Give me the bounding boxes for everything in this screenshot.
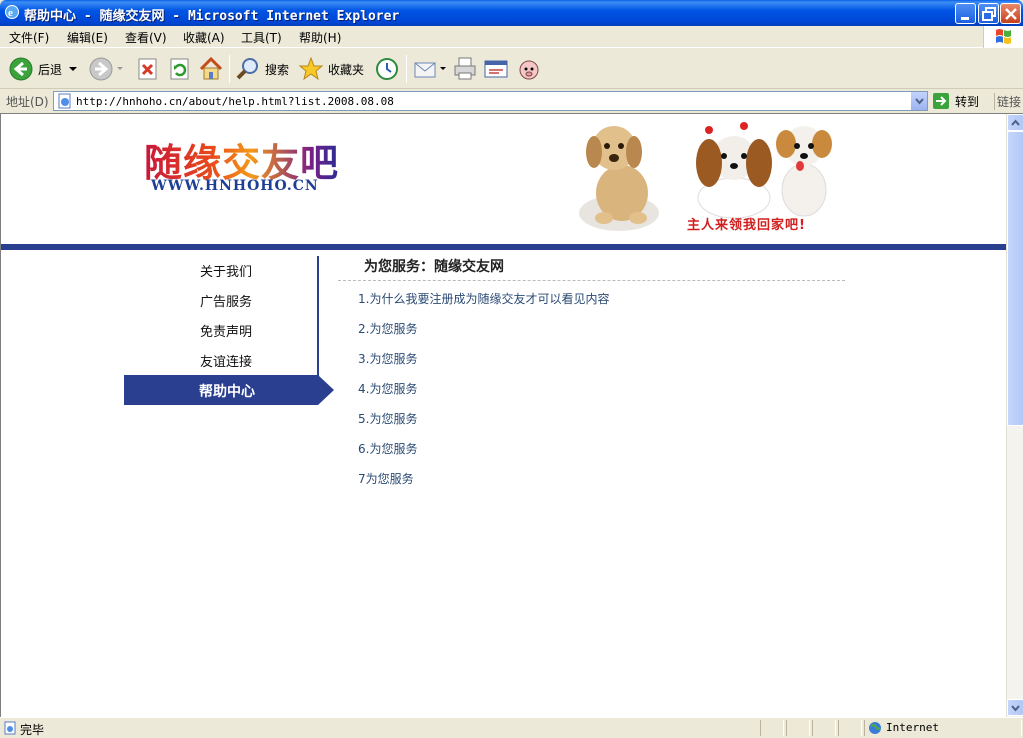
edit-button[interactable] <box>483 54 509 84</box>
address-url: http://hnhoho.cn/about/help.html?list.20… <box>76 95 394 108</box>
menu-favorites[interactable]: 收藏(A) <box>183 29 225 46</box>
section-title-rule <box>338 280 845 281</box>
go-label: 转到 <box>955 94 980 109</box>
print-icon <box>454 57 476 80</box>
header-divider-band <box>1 244 1006 250</box>
go-arrow-icon <box>933 93 949 109</box>
faq-link-4[interactable]: 4.为您服务 <box>358 380 417 397</box>
home-button[interactable] <box>198 54 224 84</box>
toolbar: 后退 搜索 收藏夹 <box>0 49 1023 89</box>
windows-logo-icon <box>996 29 1011 44</box>
favorites-star-icon <box>298 56 324 81</box>
page-viewport: 随缘交友吧 WWW.HNHOHO.CN 主人来领我回家吧! 关于我们 广告服务 <box>0 113 1023 718</box>
search-icon <box>236 58 258 80</box>
scroll-down-button[interactable] <box>1007 699 1023 716</box>
status-cell <box>812 720 836 736</box>
faq-link-5[interactable]: 5.为您服务 <box>358 410 417 427</box>
nav-ad-service[interactable]: 广告服务 <box>200 291 252 310</box>
address-input[interactable]: http://hnhoho.cn/about/help.html?list.20… <box>53 91 928 111</box>
nav-help-center-label: 帮助中心 <box>199 384 255 400</box>
stop-button[interactable] <box>136 54 160 84</box>
nav-about-us[interactable]: 关于我们 <box>200 261 252 280</box>
globe-icon <box>869 722 881 734</box>
close-button[interactable] <box>1000 3 1021 24</box>
title-bar: e 帮助中心 - 随缘交友网 - Microsoft Internet Expl… <box>0 0 1023 26</box>
search-label: 搜索 <box>265 62 290 77</box>
vertical-scrollbar[interactable] <box>1006 114 1023 718</box>
refresh-icon <box>170 58 189 80</box>
nav-help-center-active[interactable]: 帮助中心 <box>124 375 334 405</box>
menu-tools[interactable]: 工具(T) <box>241 29 282 46</box>
faq-link-2[interactable]: 2.为您服务 <box>358 320 417 337</box>
menu-edit[interactable]: 编辑(E) <box>67 29 108 46</box>
messenger-icon <box>519 60 539 80</box>
status-bar: 完毕 Internet <box>0 717 1023 737</box>
minimize-icon <box>961 17 969 20</box>
chevron-down-icon <box>440 67 446 70</box>
address-bar: 地址(D) http://hnhoho.cn/about/help.html?l… <box>0 89 1023 113</box>
chevron-up-icon <box>1011 119 1020 126</box>
section-title: 为您服务：随缘交友网 <box>364 259 504 275</box>
minimize-button[interactable] <box>955 3 976 24</box>
faq-link-7[interactable]: 7为您服务 <box>358 470 414 487</box>
ie-icon: e <box>5 5 19 19</box>
banner-slogan: 主人来领我回家吧! <box>687 218 806 233</box>
links-label[interactable]: 链接 <box>994 93 1021 110</box>
menu-help[interactable]: 帮助(H) <box>299 29 341 46</box>
favorites-label: 收藏夹 <box>328 62 365 77</box>
address-label: 地址(D) <box>6 95 49 109</box>
history-icon <box>376 58 398 80</box>
edit-icon <box>484 60 508 78</box>
toolbar-separator <box>229 55 230 83</box>
svg-text:e: e <box>8 7 13 19</box>
toolbar-separator <box>406 55 407 83</box>
mail-button[interactable] <box>412 54 448 84</box>
stop-icon <box>138 58 157 80</box>
menu-view[interactable]: 查看(V) <box>125 29 167 46</box>
faq-link-1[interactable]: 1.为什么我要注册成为随缘交友才可以看见内容 <box>358 290 609 307</box>
refresh-button[interactable] <box>168 54 192 84</box>
menu-bar: 文件(F) 编辑(E) 查看(V) 收藏(A) 工具(T) 帮助(H) <box>0 26 1023 48</box>
side-nav-divider <box>317 256 319 376</box>
history-button[interactable] <box>374 54 400 84</box>
faq-link-6[interactable]: 6.为您服务 <box>358 440 417 457</box>
close-icon <box>1005 8 1017 20</box>
windows-logo <box>983 26 1023 48</box>
forward-button[interactable] <box>88 54 126 84</box>
status-cell <box>786 720 810 736</box>
status-text: 完毕 <box>20 723 45 737</box>
chevron-down-icon <box>117 67 123 70</box>
home-icon <box>199 56 223 80</box>
back-label: 后退 <box>38 62 63 77</box>
scroll-up-button[interactable] <box>1007 114 1023 131</box>
address-dropdown[interactable] <box>910 92 927 110</box>
go-button[interactable]: 转到 <box>932 91 979 111</box>
maximize-button[interactable] <box>978 3 999 24</box>
print-button[interactable] <box>452 54 478 84</box>
chevron-down-icon <box>69 67 78 71</box>
page-icon <box>58 93 71 109</box>
faq-link-3[interactable]: 3.为您服务 <box>358 350 417 367</box>
back-button[interactable]: 后退 <box>8 54 80 84</box>
chevron-down-icon <box>1011 705 1020 712</box>
menu-file[interactable]: 文件(F) <box>9 29 49 46</box>
back-icon <box>9 57 33 81</box>
favorites-button[interactable]: 收藏夹 <box>298 54 364 84</box>
security-zone-label: Internet <box>886 721 939 734</box>
messenger-button[interactable] <box>516 54 542 84</box>
page-icon <box>4 721 16 735</box>
status-cell <box>838 720 862 736</box>
status-cell <box>760 720 784 736</box>
search-button[interactable]: 搜索 <box>235 54 289 84</box>
nav-disclaimer[interactable]: 免责声明 <box>200 321 252 340</box>
chevron-down-icon <box>915 98 924 105</box>
forward-icon <box>89 57 113 81</box>
mail-icon <box>414 62 436 78</box>
nav-friend-links[interactable]: 友谊连接 <box>200 351 252 370</box>
site-url: WWW.HNHOHO.CN <box>151 178 319 194</box>
maximize-icon <box>982 7 996 21</box>
window-title: 帮助中心 - 随缘交友网 - Microsoft Internet Explor… <box>24 9 400 24</box>
scroll-thumb[interactable] <box>1007 131 1023 426</box>
